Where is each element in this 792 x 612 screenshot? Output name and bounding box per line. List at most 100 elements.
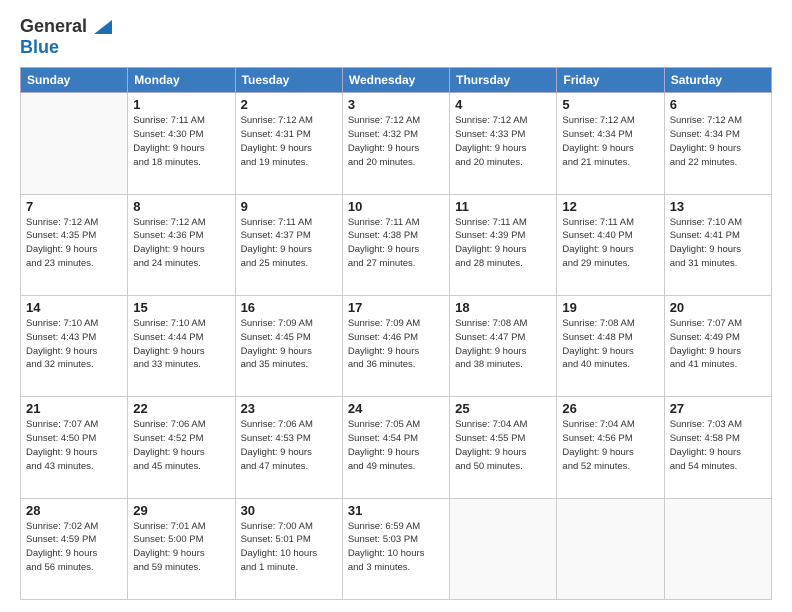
page: General Blue SundayMondayTuesdayWednesda…	[0, 0, 792, 612]
day-number: 8	[133, 199, 229, 214]
day-info: Sunrise: 7:07 AMSunset: 4:49 PMDaylight:…	[670, 317, 766, 372]
day-info: Sunrise: 7:12 AMSunset: 4:35 PMDaylight:…	[26, 216, 122, 271]
calendar-cell: 11 Sunrise: 7:11 AMSunset: 4:39 PMDayligh…	[450, 194, 557, 295]
day-number: 29	[133, 503, 229, 518]
day-info: Sunrise: 7:00 AMSunset: 5:01 PMDaylight:…	[241, 520, 337, 575]
calendar-cell: 31 Sunrise: 6:59 AMSunset: 5:03 PMDayligh…	[342, 498, 449, 599]
day-info: Sunrise: 7:08 AMSunset: 4:48 PMDaylight:…	[562, 317, 658, 372]
day-number: 15	[133, 300, 229, 315]
day-info: Sunrise: 7:11 AMSunset: 4:39 PMDaylight:…	[455, 216, 551, 271]
calendar-cell: 21 Sunrise: 7:07 AMSunset: 4:50 PMDayligh…	[21, 397, 128, 498]
day-info: Sunrise: 7:09 AMSunset: 4:45 PMDaylight:…	[241, 317, 337, 372]
weekday-header-tuesday: Tuesday	[235, 68, 342, 93]
day-number: 27	[670, 401, 766, 416]
calendar-cell: 13Sunrise: 7:10 AMSunset: 4:41 PMDayligh…	[664, 194, 771, 295]
day-info: Sunrise: 7:03 AMSunset: 4:58 PMDaylight:…	[670, 418, 766, 473]
calendar-cell: 27 Sunrise: 7:03 AMSunset: 4:58 PMDayligh…	[664, 397, 771, 498]
day-number: 20	[670, 300, 766, 315]
day-number: 24	[348, 401, 444, 416]
calendar-cell	[557, 498, 664, 599]
calendar-week-4: 21 Sunrise: 7:07 AMSunset: 4:50 PMDayligh…	[21, 397, 772, 498]
day-number: 3	[348, 97, 444, 112]
calendar-cell: 17 Sunrise: 7:09 AMSunset: 4:46 PMDayligh…	[342, 296, 449, 397]
day-info: Sunrise: 7:12 AMSunset: 4:32 PMDaylight:…	[348, 114, 444, 169]
day-info: Sunrise: 7:06 AMSunset: 4:53 PMDaylight:…	[241, 418, 337, 473]
day-info: Sunrise: 7:12 AMSunset: 4:34 PMDaylight:…	[562, 114, 658, 169]
calendar-cell: 19 Sunrise: 7:08 AMSunset: 4:48 PMDayligh…	[557, 296, 664, 397]
day-info: Sunrise: 7:12 AMSunset: 4:33 PMDaylight:…	[455, 114, 551, 169]
logo: General Blue	[20, 16, 112, 57]
day-number: 25	[455, 401, 551, 416]
weekday-header-friday: Friday	[557, 68, 664, 93]
day-info: Sunrise: 7:10 AMSunset: 4:41 PMDaylight:…	[670, 216, 766, 271]
day-info: Sunrise: 7:04 AMSunset: 4:56 PMDaylight:…	[562, 418, 658, 473]
day-number: 23	[241, 401, 337, 416]
day-info: Sunrise: 7:11 AMSunset: 4:38 PMDaylight:…	[348, 216, 444, 271]
weekday-header-row: SundayMondayTuesdayWednesdayThursdayFrid…	[21, 68, 772, 93]
day-info: Sunrise: 7:10 AMSunset: 4:43 PMDaylight:…	[26, 317, 122, 372]
day-number: 2	[241, 97, 337, 112]
calendar-cell: 7 Sunrise: 7:12 AMSunset: 4:35 PMDaylight…	[21, 194, 128, 295]
day-info: Sunrise: 7:12 AMSunset: 4:34 PMDaylight:…	[670, 114, 766, 169]
day-number: 18	[455, 300, 551, 315]
day-number: 12	[562, 199, 658, 214]
day-number: 26	[562, 401, 658, 416]
day-number: 30	[241, 503, 337, 518]
calendar-cell: 18Sunrise: 7:08 AMSunset: 4:47 PMDayligh…	[450, 296, 557, 397]
weekday-header-monday: Monday	[128, 68, 235, 93]
day-number: 14	[26, 300, 122, 315]
calendar-cell: 5 Sunrise: 7:12 AMSunset: 4:34 PMDaylight…	[557, 93, 664, 194]
day-number: 17	[348, 300, 444, 315]
calendar-cell: 3 Sunrise: 7:12 AMSunset: 4:32 PMDaylight…	[342, 93, 449, 194]
calendar-cell: 29Sunrise: 7:01 AMSunset: 5:00 PMDayligh…	[128, 498, 235, 599]
weekday-header-saturday: Saturday	[664, 68, 771, 93]
day-number: 11	[455, 199, 551, 214]
day-number: 22	[133, 401, 229, 416]
calendar-week-1: 1 Sunrise: 7:11 AMSunset: 4:30 PMDaylight…	[21, 93, 772, 194]
calendar-cell: 9Sunrise: 7:11 AMSunset: 4:37 PMDaylight…	[235, 194, 342, 295]
calendar-cell: 28Sunrise: 7:02 AMSunset: 4:59 PMDayligh…	[21, 498, 128, 599]
day-number: 6	[670, 97, 766, 112]
calendar-table: SundayMondayTuesdayWednesdayThursdayFrid…	[20, 67, 772, 600]
calendar-cell: 15 Sunrise: 7:10 AMSunset: 4:44 PMDayligh…	[128, 296, 235, 397]
day-number: 4	[455, 97, 551, 112]
header: General Blue	[20, 16, 772, 57]
calendar-cell: 6 Sunrise: 7:12 AMSunset: 4:34 PMDaylight…	[664, 93, 771, 194]
calendar-cell: 12Sunrise: 7:11 AMSunset: 4:40 PMDayligh…	[557, 194, 664, 295]
day-number: 21	[26, 401, 122, 416]
day-info: Sunrise: 7:10 AMSunset: 4:44 PMDaylight:…	[133, 317, 229, 372]
calendar-cell: 23 Sunrise: 7:06 AMSunset: 4:53 PMDayligh…	[235, 397, 342, 498]
day-info: Sunrise: 7:12 AMSunset: 4:31 PMDaylight:…	[241, 114, 337, 169]
calendar-cell: 14 Sunrise: 7:10 AMSunset: 4:43 PMDayligh…	[21, 296, 128, 397]
calendar-week-5: 28Sunrise: 7:02 AMSunset: 4:59 PMDayligh…	[21, 498, 772, 599]
day-info: Sunrise: 7:07 AMSunset: 4:50 PMDaylight:…	[26, 418, 122, 473]
weekday-header-wednesday: Wednesday	[342, 68, 449, 93]
calendar-week-2: 7 Sunrise: 7:12 AMSunset: 4:35 PMDaylight…	[21, 194, 772, 295]
day-info: Sunrise: 7:06 AMSunset: 4:52 PMDaylight:…	[133, 418, 229, 473]
day-info: Sunrise: 6:59 AMSunset: 5:03 PMDaylight:…	[348, 520, 444, 575]
calendar-cell: 16 Sunrise: 7:09 AMSunset: 4:45 PMDayligh…	[235, 296, 342, 397]
calendar-cell: 26 Sunrise: 7:04 AMSunset: 4:56 PMDayligh…	[557, 397, 664, 498]
day-number: 10	[348, 199, 444, 214]
day-number: 5	[562, 97, 658, 112]
calendar-cell: 2 Sunrise: 7:12 AMSunset: 4:31 PMDaylight…	[235, 93, 342, 194]
day-info: Sunrise: 7:04 AMSunset: 4:55 PMDaylight:…	[455, 418, 551, 473]
day-info: Sunrise: 7:12 AMSunset: 4:36 PMDaylight:…	[133, 216, 229, 271]
calendar-cell	[21, 93, 128, 194]
day-info: Sunrise: 7:02 AMSunset: 4:59 PMDaylight:…	[26, 520, 122, 575]
calendar-cell: 24Sunrise: 7:05 AMSunset: 4:54 PMDayligh…	[342, 397, 449, 498]
day-info: Sunrise: 7:09 AMSunset: 4:46 PMDaylight:…	[348, 317, 444, 372]
calendar-cell: 25 Sunrise: 7:04 AMSunset: 4:55 PMDayligh…	[450, 397, 557, 498]
day-number: 7	[26, 199, 122, 214]
calendar-cell: 10 Sunrise: 7:11 AMSunset: 4:38 PMDayligh…	[342, 194, 449, 295]
calendar-cell: 4 Sunrise: 7:12 AMSunset: 4:33 PMDaylight…	[450, 93, 557, 194]
day-info: Sunrise: 7:11 AMSunset: 4:30 PMDaylight:…	[133, 114, 229, 169]
calendar-cell	[664, 498, 771, 599]
calendar-cell: 30 Sunrise: 7:00 AMSunset: 5:01 PMDayligh…	[235, 498, 342, 599]
day-number: 1	[133, 97, 229, 112]
day-number: 31	[348, 503, 444, 518]
weekday-header-thursday: Thursday	[450, 68, 557, 93]
day-number: 16	[241, 300, 337, 315]
weekday-header-sunday: Sunday	[21, 68, 128, 93]
day-number: 19	[562, 300, 658, 315]
